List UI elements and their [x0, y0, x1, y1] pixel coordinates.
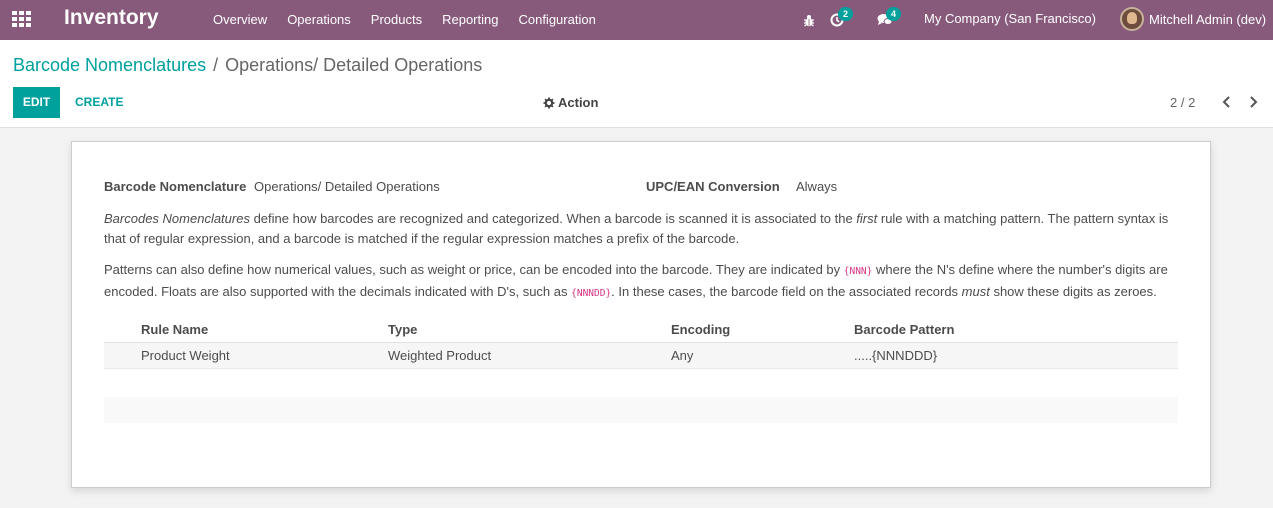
empty-table-row [104, 397, 1178, 423]
text: define how barcodes are recognized and c… [249, 211, 857, 226]
messages-chat-icon[interactable]: 4 [875, 7, 901, 30]
activity-count-badge: 2 [838, 7, 853, 21]
cell-encoding: Any [671, 348, 694, 363]
cell-rule-name: Product Weight [141, 348, 230, 363]
column-header-barcode-pattern[interactable]: Barcode Pattern [854, 322, 1054, 337]
menu-operations[interactable]: Operations [277, 0, 361, 40]
main-menu: Overview Operations Products Reporting C… [203, 0, 606, 40]
table-header: Rule Name Type Encoding Barcode Pattern [104, 317, 1178, 343]
gear-icon [543, 97, 555, 108]
breadcrumb-current: Operations/ Detailed Operations [225, 55, 483, 75]
code-sample: {NNN} [843, 266, 873, 277]
menu-reporting[interactable]: Reporting [432, 0, 508, 40]
text-em: Barcodes Nomenclatures [104, 211, 250, 226]
cell-barcode-pattern: .....{NNNDDD} [854, 348, 938, 363]
table-row[interactable]: Product Weight Weighted Product Any ....… [104, 343, 1178, 369]
text: . In these cases, the barcode field on t… [611, 284, 962, 299]
nomenclature-label: Barcode Nomenclature [104, 179, 247, 194]
action-dropdown[interactable]: Action [543, 87, 598, 118]
create-button[interactable]: CREATE [75, 87, 123, 118]
messages-count-badge: 4 [886, 7, 901, 21]
activity-clock-icon[interactable]: 2 [827, 7, 853, 30]
text-em: must [961, 284, 990, 299]
menu-overview[interactable]: Overview [203, 0, 277, 40]
breadcrumb-separator: / [213, 55, 219, 75]
code-sample: {NNNDD} [571, 288, 612, 299]
text: show these digits as zeroes. [989, 284, 1157, 299]
form-sheet: Barcode Nomenclature Operations/ Detaile… [71, 141, 1211, 488]
rules-table: Rule Name Type Encoding Barcode Pattern … [104, 317, 1178, 369]
action-label: Action [558, 95, 599, 110]
edit-button[interactable]: EDIT [13, 87, 60, 118]
pager-value[interactable]: 2 / 2 [1170, 87, 1195, 118]
text-em: first [856, 211, 878, 226]
apps-menu-icon[interactable] [12, 11, 31, 27]
breadcrumb: Barcode Nomenclatures / Operations/ Detail… [13, 55, 482, 76]
text: Patterns can also define how numerical v… [104, 262, 844, 277]
avatar [1120, 7, 1144, 31]
column-header-type[interactable]: Type [388, 322, 671, 337]
company-switcher[interactable]: My Company (San Francisco) [924, 11, 1096, 26]
user-menu[interactable]: Mitchell Admin (dev) [1120, 7, 1266, 31]
app-title[interactable]: Inventory [64, 6, 159, 30]
pager-previous-icon[interactable] [1219, 95, 1233, 109]
pager-next-icon[interactable] [1246, 95, 1260, 109]
user-name: Mitchell Admin (dev) [1149, 11, 1267, 27]
help-paragraph-2: Patterns can also define how numerical v… [104, 260, 1184, 304]
column-header-rule-name[interactable]: Rule Name [104, 322, 388, 337]
upc-conversion-label: UPC/EAN Conversion [646, 179, 780, 194]
top-navbar: Inventory Overview Operations Products R… [0, 0, 1273, 40]
menu-configuration[interactable]: Configuration [508, 0, 605, 40]
column-header-encoding[interactable]: Encoding [671, 322, 854, 337]
help-paragraph-1: Barcodes Nomenclatures define how barcod… [104, 209, 1184, 249]
nomenclature-value: Operations/ Detailed Operations [254, 179, 440, 194]
menu-products[interactable]: Products [361, 0, 432, 40]
debug-bug-icon[interactable] [799, 10, 819, 30]
control-panel: Barcode Nomenclatures / Operations/ Detail… [0, 40, 1273, 128]
upc-conversion-value: Always [796, 179, 838, 194]
breadcrumb-parent-link[interactable]: Barcode Nomenclatures [13, 55, 206, 75]
cell-type: Weighted Product [388, 348, 492, 363]
